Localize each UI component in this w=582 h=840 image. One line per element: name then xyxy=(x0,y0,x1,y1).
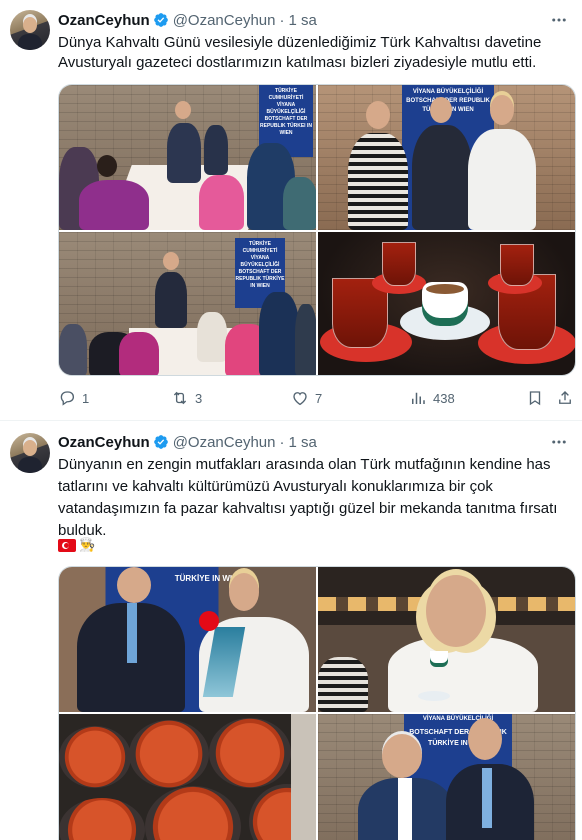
tweet-text: Dünyanın en zengin mutfakları arasında o… xyxy=(58,454,570,542)
tweet-text-line: bulduk. xyxy=(58,522,107,539)
cook-icon: 👨‍🍳 xyxy=(79,537,96,552)
separator-dot: · xyxy=(279,433,285,451)
verified-badge-icon xyxy=(153,13,168,27)
tweet-header: OzanCeyhun @OzanCeyhun · 1 sa xyxy=(58,10,317,30)
author-handle[interactable]: @OzanCeyhun xyxy=(173,12,276,29)
bookmark-icon xyxy=(529,391,541,406)
author-handle[interactable]: @OzanCeyhun xyxy=(173,434,276,451)
like-icon xyxy=(293,392,307,406)
separator-dot: · xyxy=(279,11,285,29)
tweet-text-line: Avusturyalı gazeteci dostlarımızın katıl… xyxy=(58,54,537,71)
more-icon[interactable] xyxy=(550,433,568,451)
author-name[interactable]: OzanCeyhun xyxy=(58,434,150,451)
tweet-header: OzanCeyhun @OzanCeyhun · 1 sa xyxy=(58,432,317,452)
media-grid: TÜRKİYE IN WIEN VİYANA BÜYÜKELÇİLİĞİ BOT… xyxy=(58,566,576,840)
photo-two-men[interactable]: VİYANA BÜYÜKELÇİLİĞİ BOTSCHAFT DER REPUB… xyxy=(318,714,575,840)
photo-group-portrait[interactable]: VİYANA BÜYÜKELÇİLİĞİ BOTSCHAFT DER REPUB… xyxy=(318,85,575,230)
author-name[interactable]: OzanCeyhun xyxy=(58,12,150,29)
retweet-count: 3 xyxy=(195,390,203,406)
photo-speech[interactable]: TÜRKİYE CUMHURİYETİ VİYANA BÜYÜKELÇİLİĞİ… xyxy=(59,232,316,375)
timestamp[interactable]: 1 sa xyxy=(288,12,316,29)
tweet-text: Dünya Kahvaltı Günü vesilesiyle düzenled… xyxy=(58,33,570,73)
views-button[interactable]: 438 xyxy=(409,389,455,407)
turkish-flag-icon xyxy=(58,538,76,552)
tweet[interactable]: OzanCeyhun @OzanCeyhun · 1 sa Dünyanın e… xyxy=(0,421,582,840)
emoji-line: 👨‍🍳 xyxy=(58,535,95,555)
tweet-text-line: vatandaşımızın fa pazar kahvaltısı yaptı… xyxy=(58,500,558,517)
views-icon xyxy=(412,392,425,404)
tweet-text-line: Dünyanın en zengin mutfakları arasında o… xyxy=(58,456,551,473)
more-icon[interactable] xyxy=(550,11,568,29)
photo-breakfast-gathering[interactable]: TÜRKİYE CUMHURİYETİ VİYANA BÜYÜKELÇİLİĞİ… xyxy=(59,85,316,230)
photo-embassy-guests[interactable]: TÜRKİYE IN WIEN xyxy=(59,567,316,712)
reply-count: 1 xyxy=(82,390,90,406)
bookmark-button[interactable] xyxy=(526,389,544,407)
photo-turkish-tea[interactable] xyxy=(318,232,575,375)
media-grid: TÜRKİYE CUMHURİYETİ VİYANA BÜYÜKELÇİLİĞİ… xyxy=(58,84,576,376)
avatar[interactable] xyxy=(10,10,50,50)
avatar[interactable] xyxy=(10,433,50,473)
tweet-text-line: Dünya Kahvaltı Günü vesilesiyle düzenled… xyxy=(58,34,542,51)
action-bar: 1 3 7 438 xyxy=(58,388,576,408)
timestamp[interactable]: 1 sa xyxy=(288,434,316,451)
verified-badge-icon xyxy=(153,435,168,449)
retweet-button[interactable]: 3 xyxy=(171,389,202,407)
share-button[interactable] xyxy=(556,389,574,407)
photo-menemen-pans[interactable] xyxy=(59,714,316,840)
like-count: 7 xyxy=(315,390,323,406)
retweet-icon xyxy=(173,391,187,405)
reply-icon xyxy=(60,391,75,406)
tweet[interactable]: OzanCeyhun @OzanCeyhun · 1 sa Dünya Kahv… xyxy=(0,0,582,420)
share-icon xyxy=(559,391,571,404)
photo-coffee-woman[interactable] xyxy=(318,567,575,712)
like-button[interactable]: 7 xyxy=(291,389,322,407)
reply-button[interactable]: 1 xyxy=(58,389,89,407)
tweet-text-line: tatlarını ve kahvaltı kültürümüzü Avustu… xyxy=(58,478,493,495)
views-count: 438 xyxy=(433,390,455,406)
